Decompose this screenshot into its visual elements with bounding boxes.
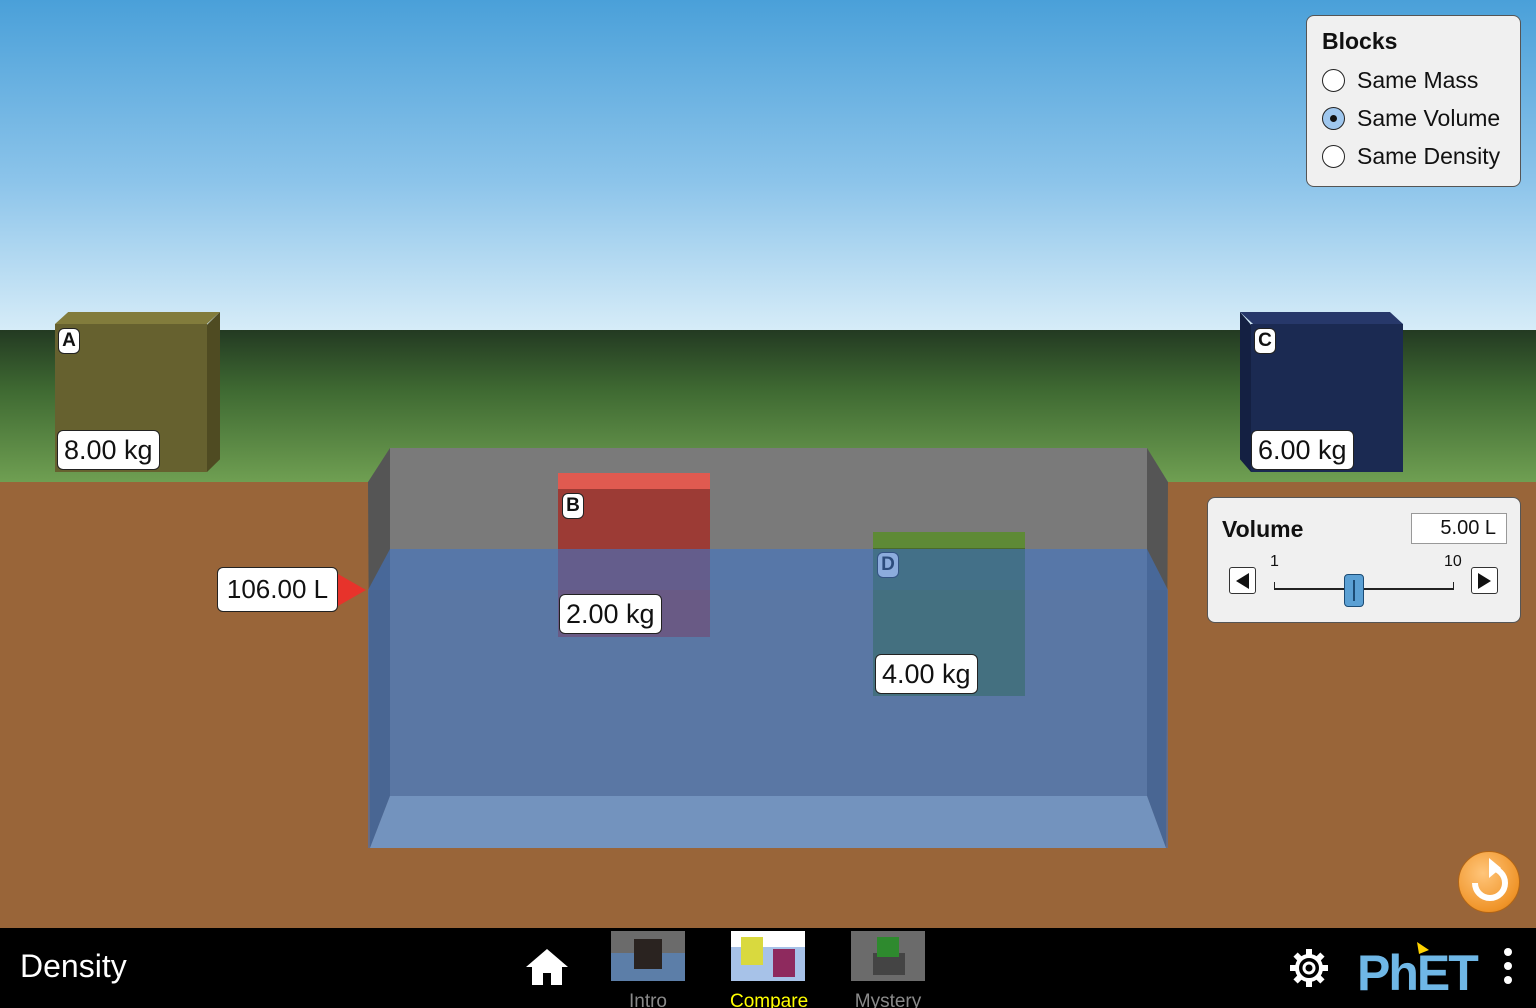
volume-increment-button[interactable] [1471,567,1498,594]
intro-thumbnail-icon [611,931,685,981]
volume-slider-track[interactable] [1274,588,1454,590]
block-a-top [55,312,220,324]
pool-volume-readout: 106.00 L [217,567,338,612]
volume-slider-thumb[interactable] [1344,574,1364,607]
gear-icon [1290,949,1328,987]
reset-icon [1472,858,1508,901]
home-button[interactable] [524,946,570,988]
tab-label: Mystery [854,991,922,1008]
compare-thumbnail-icon [731,931,805,981]
radio-same-volume[interactable]: Same Volume [1322,99,1505,137]
radio-button-icon[interactable] [1322,106,1345,130]
block-a-mass-label: 8.00 kg [57,430,160,470]
tab-label: Intro [628,991,668,1008]
tab-mystery[interactable]: Mystery [850,931,926,1008]
reset-all-button[interactable] [1458,851,1520,913]
tab-compare[interactable]: Compare [730,931,809,1008]
block-c-top [1240,312,1403,324]
volume-decrement-button[interactable] [1229,567,1256,594]
menu-dot-icon [1504,962,1512,970]
block-c-side [1240,312,1251,472]
radio-button-icon[interactable] [1322,144,1345,168]
radio-label: Same Volume [1357,104,1501,131]
menu-dot-icon [1504,976,1512,984]
blocks-panel-title: Blocks [1322,28,1398,54]
slider-min-label: 1 [1270,553,1279,570]
menu-dot-icon [1504,948,1512,956]
volume-value-display: 5.00 L [1411,513,1507,544]
volume-panel-title: Volume [1222,516,1304,542]
phet-logo[interactable]: PhET [1357,940,1489,1001]
block-d-mass-label: 4.00 kg [875,654,978,694]
block-a-side [207,312,220,472]
tab-label: Compare [730,991,809,1008]
settings-button[interactable] [1288,947,1330,989]
water-surface [368,549,1168,590]
svg-text:PhET: PhET [1357,945,1478,998]
block-b-mass-label: 2.00 kg [559,594,662,634]
phet-logo-icon: PhET [1357,942,1480,1001]
right-arrow-icon [1478,572,1491,589]
radio-label: Same Density [1357,142,1501,169]
left-arrow-icon [1236,572,1249,589]
radio-button-icon[interactable] [1322,68,1345,92]
simulation-scene: B D A C 8.00 kg 2.00 kg 6.00 kg 4.00 kg … [0,0,1536,928]
mystery-thumbnail-icon [851,931,925,981]
radio-label: Same Mass [1357,66,1479,93]
volume-panel: Volume 5.00 L 1 10 [1207,497,1521,623]
radio-same-mass[interactable]: Same Mass [1322,61,1505,99]
options-menu-button[interactable] [1500,948,1516,988]
navigation-bar: Density Intro Compare Mystery PhET [0,928,1536,1008]
tab-intro[interactable]: Intro [610,931,686,1008]
water-level-arrow-icon [338,574,366,606]
block-c-mass-label: 6.00 kg [1251,430,1354,470]
block-c-letter: C [1254,328,1276,354]
blocks-panel: Blocks Same Mass Same Volume Same Densit… [1306,15,1521,187]
radio-same-density[interactable]: Same Density [1322,137,1505,175]
block-a-letter: A [58,328,80,354]
home-icon [526,949,568,985]
slider-max-label: 10 [1444,553,1462,570]
sim-title: Density [20,948,127,984]
water-floor-tint [370,796,1166,848]
